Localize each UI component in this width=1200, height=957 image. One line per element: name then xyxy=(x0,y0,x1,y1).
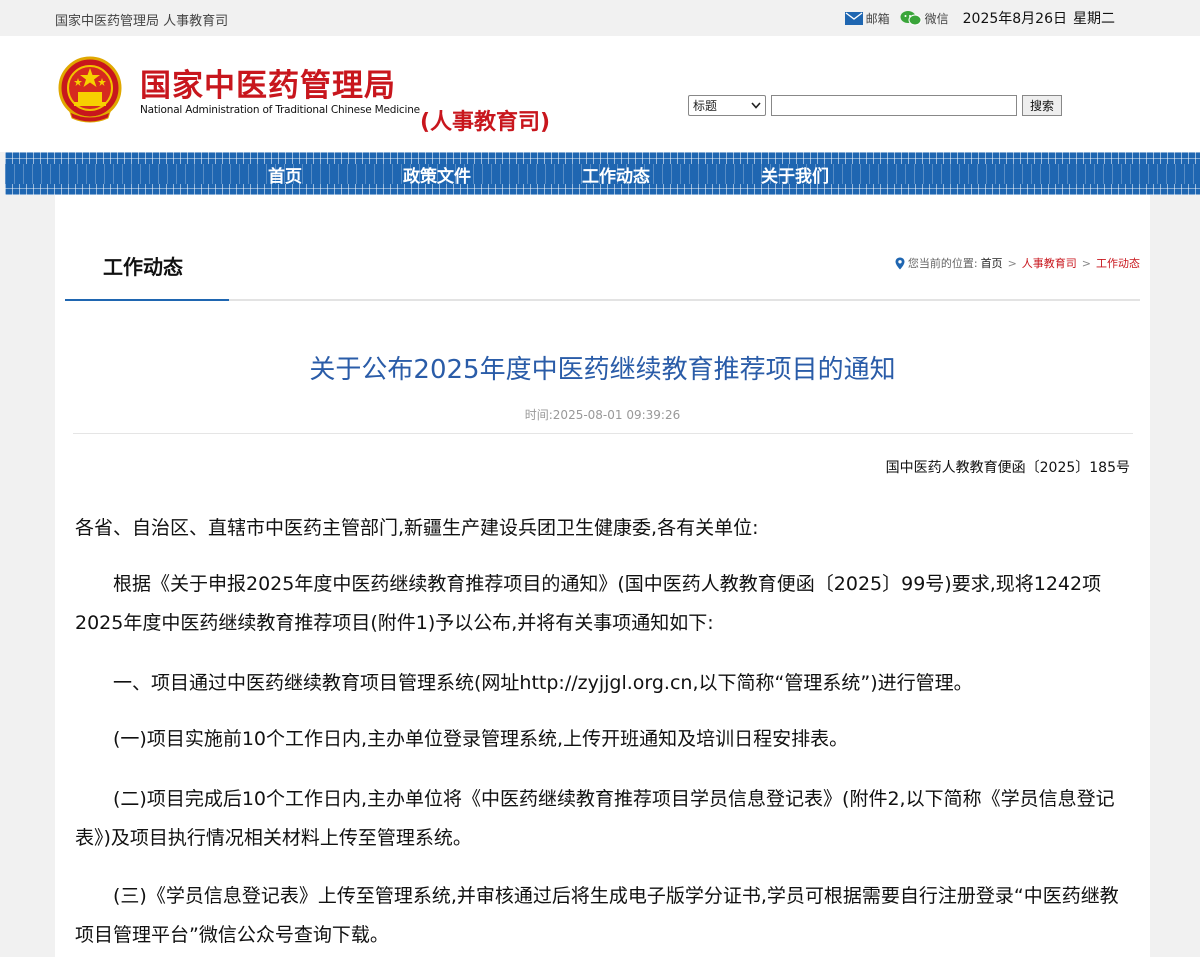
nav-item-policy[interactable]: 政策文件 xyxy=(403,162,471,187)
article-title: 关于公布2025年度中医药继续教育推荐项目的通知 xyxy=(309,355,896,385)
search-field-select[interactable]: 标题 xyxy=(688,95,766,116)
breadcrumb-level1[interactable]: 人事教育司 xyxy=(1022,255,1077,271)
article-paragraph: (一)项目实施前10个工作日内,主办单位登录管理系统,上传开班通知及培训日程安排… xyxy=(113,728,849,750)
section-divider-accent xyxy=(65,299,229,301)
chevron-down-icon xyxy=(751,102,761,109)
article-paragraph: 各省、自治区、直辖市中医药主管部门,新疆生产建设兵团卫生健康委,各有关单位: xyxy=(75,517,759,539)
content-card: 工作动态 您当前的位置: 首页 > 人事教育司 > 工作动态 关于公布2025年… xyxy=(55,195,1150,957)
site-label: 国家中医药管理局 人事教育司 xyxy=(55,14,229,29)
top-links: 邮箱 微信 2025年8月26日 星期二 xyxy=(844,8,1115,28)
mail-link[interactable]: 邮箱 xyxy=(844,10,890,27)
article-paragraph: (二)项目完成后10个工作日内,主办单位将《中医药继续教育推荐项目学员信息登记表… xyxy=(75,788,1115,849)
breadcrumb-separator: > xyxy=(1081,256,1091,270)
article-paragraph: 一、项目通过中医药继续教育项目管理系统(网址http://zyjjgl.org.… xyxy=(113,672,973,694)
top-utility-bar: 国家中医药管理局 人事教育司 邮箱 微信 2025年8月26日 星期二 xyxy=(0,0,1200,36)
logo-subtitle: (人事教育司) xyxy=(420,110,551,135)
article-divider xyxy=(73,433,1133,434)
wechat-icon xyxy=(900,11,922,26)
logo-title-cn[interactable]: 国家中医药管理局 xyxy=(140,60,396,105)
breadcrumb-level2[interactable]: 工作动态 xyxy=(1096,255,1140,271)
wechat-link[interactable]: 微信 xyxy=(900,10,949,27)
search-input[interactable] xyxy=(771,95,1017,116)
breadcrumb-separator: > xyxy=(1007,256,1017,270)
location-pin-icon xyxy=(895,257,905,269)
main-nav: 首页 政策文件 工作动态 关于我们 xyxy=(5,152,1200,195)
mail-icon xyxy=(844,11,863,25)
national-emblem-icon[interactable] xyxy=(58,56,122,124)
search-select-value: 标题 xyxy=(693,99,718,113)
nav-item-home[interactable]: 首页 xyxy=(268,162,302,187)
section-title: 工作动态 xyxy=(103,255,183,279)
article-paragraph: 根据《关于申报2025年度中医药继续教育推荐项目的通知》(国中医药人教教育便函〔… xyxy=(75,573,1102,634)
current-weekday: 星期二 xyxy=(1073,11,1115,27)
document-number: 国中医药人教教育便函〔2025〕185号 xyxy=(885,460,1130,476)
site-header: 国家中医药管理局 National Administration of Trad… xyxy=(0,36,1200,152)
article-time: 时间:2025-08-01 09:39:26 xyxy=(524,408,681,422)
search-area: 标题 搜索 xyxy=(688,95,1063,116)
breadcrumb: 您当前的位置: 首页 > 人事教育司 > 工作动态 xyxy=(895,255,1140,271)
search-button[interactable]: 搜索 xyxy=(1022,95,1063,116)
wechat-label: 微信 xyxy=(924,11,949,26)
current-date: 2025年8月26日 xyxy=(962,11,1067,27)
nav-item-work-news[interactable]: 工作动态 xyxy=(582,162,650,187)
article-paragraph: (三)《学员信息登记表》上传至管理系统,并审核通过后将生成电子版学分证书,学员可… xyxy=(75,885,1119,946)
breadcrumb-home[interactable]: 首页 xyxy=(981,255,1003,271)
nav-item-about[interactable]: 关于我们 xyxy=(761,162,829,187)
mail-label: 邮箱 xyxy=(865,11,890,26)
breadcrumb-prefix: 您当前的位置: xyxy=(907,257,978,270)
logo-title-en: National Administration of Traditional C… xyxy=(140,104,420,116)
